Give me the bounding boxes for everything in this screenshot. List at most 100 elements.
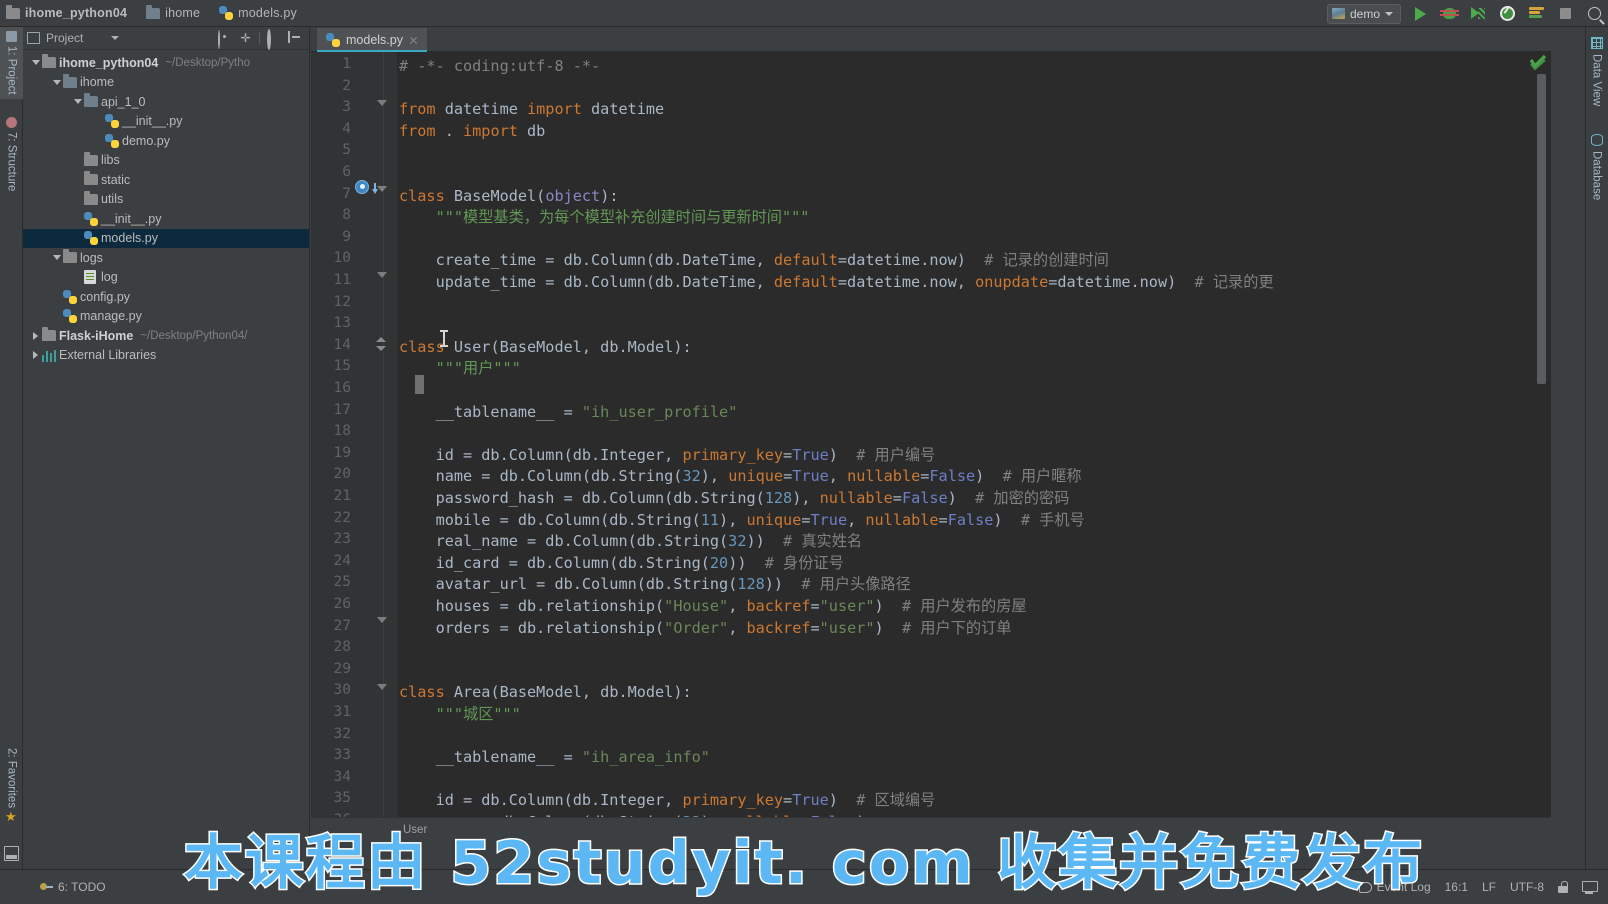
project-tool-window: Project ✛ ihome_python04 ~/Desktop/Pytho i… — [23, 27, 310, 841]
code-content[interactable]: # -*- coding:utf-8 -*- from datetime impo… — [397, 52, 1551, 817]
chevron-down-icon[interactable] — [71, 99, 84, 105]
editor-scrollbar-track[interactable] — [1527, 52, 1551, 817]
fold-region-icon-line7[interactable] — [377, 186, 387, 192]
hierarchy-marker-line14[interactable] — [375, 337, 387, 351]
breadcrumb-item-file[interactable]: models.py — [213, 0, 303, 27]
editor-tab-models[interactable]: models.py — [317, 28, 427, 52]
tree-item--init-py[interactable]: __init__.py — [23, 209, 309, 229]
breadcrumb-item-project[interactable]: ihome_python04 — [0, 0, 133, 27]
code-line[interactable]: houses = db.relationship("House", backre… — [399, 596, 1027, 618]
encoding-label[interactable]: UTF-8 — [1510, 880, 1544, 894]
profiler-button[interactable] — [1526, 4, 1546, 24]
tree-item-utils[interactable]: utils — [23, 190, 309, 210]
code-line[interactable]: class User(BaseModel, db.Model): — [399, 337, 692, 359]
tree-item-models-py[interactable]: models.py — [23, 228, 309, 248]
line-number: 24 — [333, 552, 351, 569]
code-line[interactable]: avatar_url = db.Column(db.String(128)) #… — [399, 574, 911, 596]
code-line[interactable]: class Area(BaseModel, db.Model): — [399, 682, 692, 704]
tree-item-flask-ihome[interactable]: Flask-iHome ~/Desktop/Python04/ — [23, 326, 309, 346]
code-line[interactable]: password_hash = db.Column(db.String(128)… — [399, 488, 1070, 510]
project-tree[interactable]: ihome_python04 ~/Desktop/Pytho ihome api_1_… — [23, 50, 309, 365]
tree-item-ihome-python04[interactable]: ihome_python04 ~/Desktop/Pytho — [23, 53, 309, 73]
fold-region-icon-line11[interactable] — [377, 272, 387, 278]
fold-region-icon-line3[interactable] — [377, 100, 387, 106]
run-configuration-selector[interactable]: demo — [1326, 3, 1401, 24]
tree-item-manage-py[interactable]: manage.py — [23, 307, 309, 327]
debug-button[interactable] — [1439, 4, 1459, 24]
tree-item-path: ~/Desktop/Pytho — [165, 56, 251, 69]
code-line[interactable]: """用户""" — [399, 358, 521, 380]
todo-tool-button[interactable]: 6: TODO — [40, 880, 106, 894]
editor-gutter[interactable]: 1 2 3 4 5 6 7 8 9 10 11 12 13 14 15 16 17 18 19 20 21 22 23 24 2… — [311, 52, 397, 817]
code-line[interactable]: id = db.Column(db.Integer, primary_key=T… — [399, 790, 936, 812]
code-editor[interactable]: 1 2 3 4 5 6 7 8 9 10 11 12 13 14 15 16 17 18 19 20 21 22 23 24 2… — [311, 52, 1551, 817]
chevron-right-icon[interactable] — [29, 331, 42, 340]
close-icon[interactable] — [409, 36, 418, 45]
breadcrumb-item-ihome[interactable]: ihome — [140, 0, 206, 27]
lock-icon[interactable] — [1558, 881, 1568, 893]
project-icon — [6, 31, 17, 42]
inspection-status-icon[interactable] — [1529, 54, 1547, 71]
tree-item-ihome[interactable]: ihome — [23, 73, 309, 93]
code-line[interactable]: create_time = db.Column(db.DateTime, def… — [399, 250, 1109, 272]
hide-toolwindows-icon[interactable] — [1582, 880, 1598, 894]
line-number: 3 — [342, 99, 351, 116]
collapse-all-icon[interactable] — [288, 31, 302, 45]
line-separator-label[interactable]: LF — [1482, 880, 1496, 894]
code-line[interactable]: mobile = db.Column(db.String(11), unique… — [399, 510, 1085, 532]
code-line[interactable]: """城区""" — [399, 704, 521, 726]
code-line[interactable]: update_time = db.Column(db.DateTime, def… — [399, 272, 1274, 294]
code-line[interactable]: orders = db.relationship("Order", backre… — [399, 618, 1012, 640]
sidebar-tab-favorites[interactable]: 2: Favorites — [0, 744, 23, 812]
tree-item-demo-py[interactable]: demo.py — [23, 131, 309, 151]
code-line[interactable]: class BaseModel(object): — [399, 186, 618, 208]
code-line[interactable]: # -*- coding:utf-8 -*- — [399, 56, 600, 78]
code-line[interactable]: id = db.Column(db.Integer, primary_key=T… — [399, 445, 936, 467]
chevron-down-icon[interactable] — [29, 60, 42, 66]
caret-position-label[interactable]: 16:1 — [1445, 880, 1468, 894]
code-line[interactable]: """模型基类，为每个模型补充创建时间与更新时间""" — [399, 207, 810, 229]
code-line[interactable]: from datetime import datetime — [399, 99, 664, 121]
tree-item-api-1-0[interactable]: api_1_0 — [23, 92, 309, 112]
code-token: User(BaseModel, db.Model): — [453, 337, 692, 356]
code-line[interactable]: real_name = db.Column(db.String(32)) # 真… — [399, 531, 863, 553]
code-line[interactable]: name = db.Column(db.String(32), unique=T… — [399, 466, 1082, 488]
fold-region-icon-line30[interactable] — [377, 684, 387, 690]
expand-all-icon[interactable]: ✛ — [239, 31, 252, 45]
code-line[interactable]: __tablename__ = "ih_user_profile" — [399, 402, 738, 424]
editor-scrollbar-thumb[interactable] — [1537, 74, 1546, 384]
settings-gear-icon[interactable] — [267, 29, 281, 50]
coverage-button[interactable] — [1497, 4, 1517, 24]
code-token: False — [947, 510, 994, 529]
locate-icon[interactable] — [218, 30, 232, 49]
search-everywhere-button[interactable] — [1584, 4, 1604, 24]
tree-item-external-libraries[interactable]: External Libraries — [23, 346, 309, 366]
sidebar-tab-project[interactable]: 1: Project — [0, 27, 23, 99]
run-class-gutter-icon[interactable] — [355, 180, 369, 194]
code-token: 20 — [709, 553, 729, 572]
run-with-coverage-button[interactable] — [1468, 4, 1488, 24]
fold-region-icon-line27[interactable] — [377, 617, 387, 623]
chevron-down-icon[interactable] — [50, 79, 63, 85]
tree-item-logs[interactable]: logs — [23, 248, 309, 268]
tree-item--init-py[interactable]: __init__.py — [23, 112, 309, 132]
chevron-right-icon[interactable] — [29, 351, 42, 360]
tree-item-log[interactable]: log — [23, 268, 309, 288]
stop-button[interactable] — [1555, 4, 1575, 24]
tree-item-config-py[interactable]: config.py — [23, 287, 309, 307]
code-line[interactable]: __tablename__ = "ih_area_info" — [399, 747, 710, 769]
chevron-down-icon[interactable] — [50, 255, 63, 261]
code-line[interactable]: id_card = db.Column(db.String(20)) # 身份证… — [399, 553, 844, 575]
toggle-toolwindows-icon[interactable] — [4, 846, 19, 861]
sidebar-tab-database[interactable]: Database — [1585, 130, 1608, 204]
sidebar-tab-structure[interactable]: 7: Structure — [0, 113, 23, 195]
code-token: # 区域编号 — [856, 791, 936, 810]
chevron-down-icon[interactable] — [111, 36, 120, 40]
sidebar-tab-data-view[interactable]: Data View — [1585, 33, 1608, 110]
tree-item-libs[interactable]: libs — [23, 151, 309, 171]
event-log-button[interactable]: Event Log — [1358, 880, 1431, 894]
run-button[interactable] — [1410, 4, 1430, 24]
tree-item-static[interactable]: static — [23, 170, 309, 190]
editor-breadcrumb[interactable]: User — [311, 817, 1551, 841]
code-line[interactable]: from . import db — [399, 121, 545, 143]
